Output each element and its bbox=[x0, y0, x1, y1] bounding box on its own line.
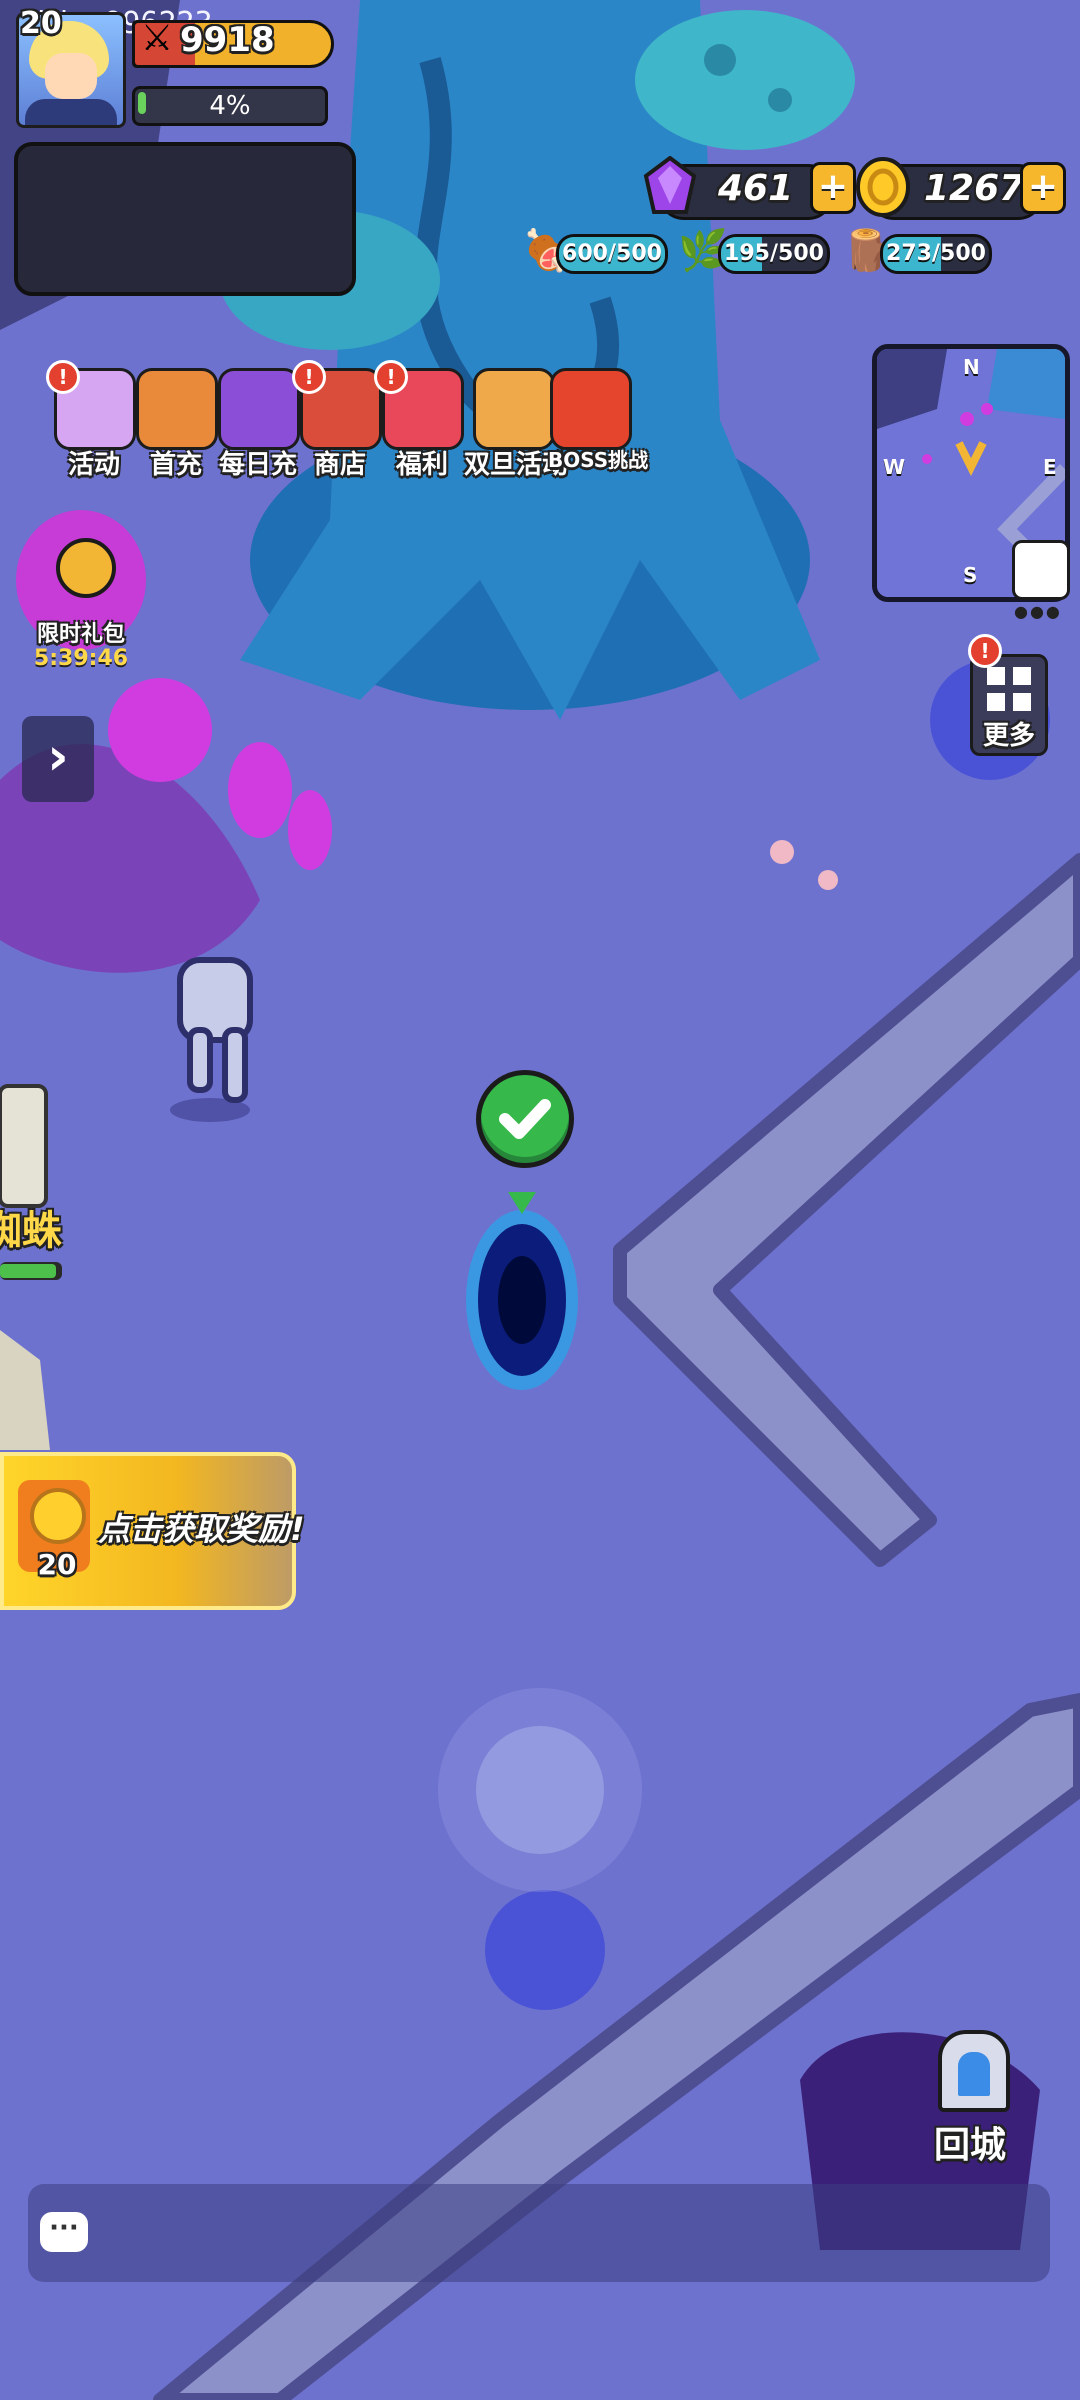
grid-icon bbox=[987, 667, 1031, 711]
event-boss-challenge[interactable]: BOSS挑战 bbox=[548, 368, 648, 473]
event-shop[interactable]: ! 商店 bbox=[292, 360, 382, 481]
event-first-recharge[interactable]: 首充 bbox=[136, 368, 218, 481]
limited-pack-button[interactable]: 限时礼包 5:39:46 bbox=[16, 510, 146, 680]
pointer-arrow-icon bbox=[508, 1192, 536, 1214]
combat-power-value: 9918 bbox=[180, 20, 275, 60]
more-label: 更多 bbox=[982, 721, 1035, 751]
demon-head-icon bbox=[550, 368, 632, 450]
reward-count: 20 bbox=[37, 1548, 77, 1581]
more-alert-badge: ! bbox=[968, 634, 1002, 668]
candy-gift-icon bbox=[473, 368, 555, 450]
add-gems-button[interactable]: + bbox=[810, 162, 856, 214]
gold-value: 1267 bbox=[924, 168, 1025, 209]
limited-pack-label: 限时礼包 bbox=[36, 622, 125, 647]
expand-arrow-button[interactable]: › bbox=[22, 716, 94, 802]
gold-coin-icon bbox=[854, 156, 912, 218]
stopwatch-icon bbox=[56, 538, 116, 598]
compass-north: N bbox=[963, 355, 980, 379]
return-city-label: 回城 bbox=[933, 2125, 1006, 2166]
confirm-check-button[interactable] bbox=[476, 1070, 574, 1168]
alert-badge: ! bbox=[292, 360, 326, 394]
king-icon bbox=[136, 368, 218, 450]
gems-value: 461 bbox=[718, 168, 794, 209]
more-button[interactable]: 更多 bbox=[970, 654, 1048, 756]
portal[interactable] bbox=[466, 1210, 578, 1390]
player-panel[interactable] bbox=[14, 142, 356, 296]
alert-badge: ! bbox=[374, 360, 408, 394]
herb-resource: 195/500 bbox=[718, 234, 830, 274]
add-gold-button[interactable]: + bbox=[1020, 162, 1066, 214]
exp-percent: 4% bbox=[209, 91, 251, 121]
compass-west: W bbox=[883, 455, 906, 479]
event-activity[interactable]: ! 活动 bbox=[46, 360, 136, 481]
compass-south: S bbox=[963, 563, 978, 587]
meat-resource: 600/500 bbox=[556, 234, 668, 274]
reward-text: 点击获取奖励! bbox=[98, 1510, 305, 1548]
camera-icon[interactable] bbox=[1012, 540, 1070, 600]
event-welfare[interactable]: ! 福利 bbox=[374, 360, 464, 481]
return-city-button[interactable]: 回城 bbox=[920, 2030, 1020, 2170]
limited-pack-timer: 5:39:46 bbox=[33, 646, 129, 671]
pager-dots: ●●● bbox=[1014, 602, 1062, 621]
event-daily-recharge[interactable]: 每日充 bbox=[218, 368, 300, 481]
gem-cart-icon bbox=[218, 368, 300, 450]
virtual-joystick[interactable] bbox=[438, 1688, 642, 1892]
alert-badge: ! bbox=[46, 360, 80, 394]
enemy-name: 蜘蛛 bbox=[0, 1208, 62, 1254]
chat-bar[interactable] bbox=[28, 2184, 1050, 2282]
player-level: 20 bbox=[20, 6, 62, 41]
checkmark-icon bbox=[499, 1099, 551, 1139]
portal-gate-icon bbox=[938, 2030, 1010, 2112]
purple-gem-icon bbox=[642, 155, 698, 218]
compass-east: E bbox=[1043, 455, 1057, 479]
wood-resource: 273/500 bbox=[880, 234, 992, 274]
crossed-swords-icon: ⚔ bbox=[140, 18, 174, 59]
chat-bubble-icon[interactable]: ··· bbox=[40, 2212, 88, 2252]
